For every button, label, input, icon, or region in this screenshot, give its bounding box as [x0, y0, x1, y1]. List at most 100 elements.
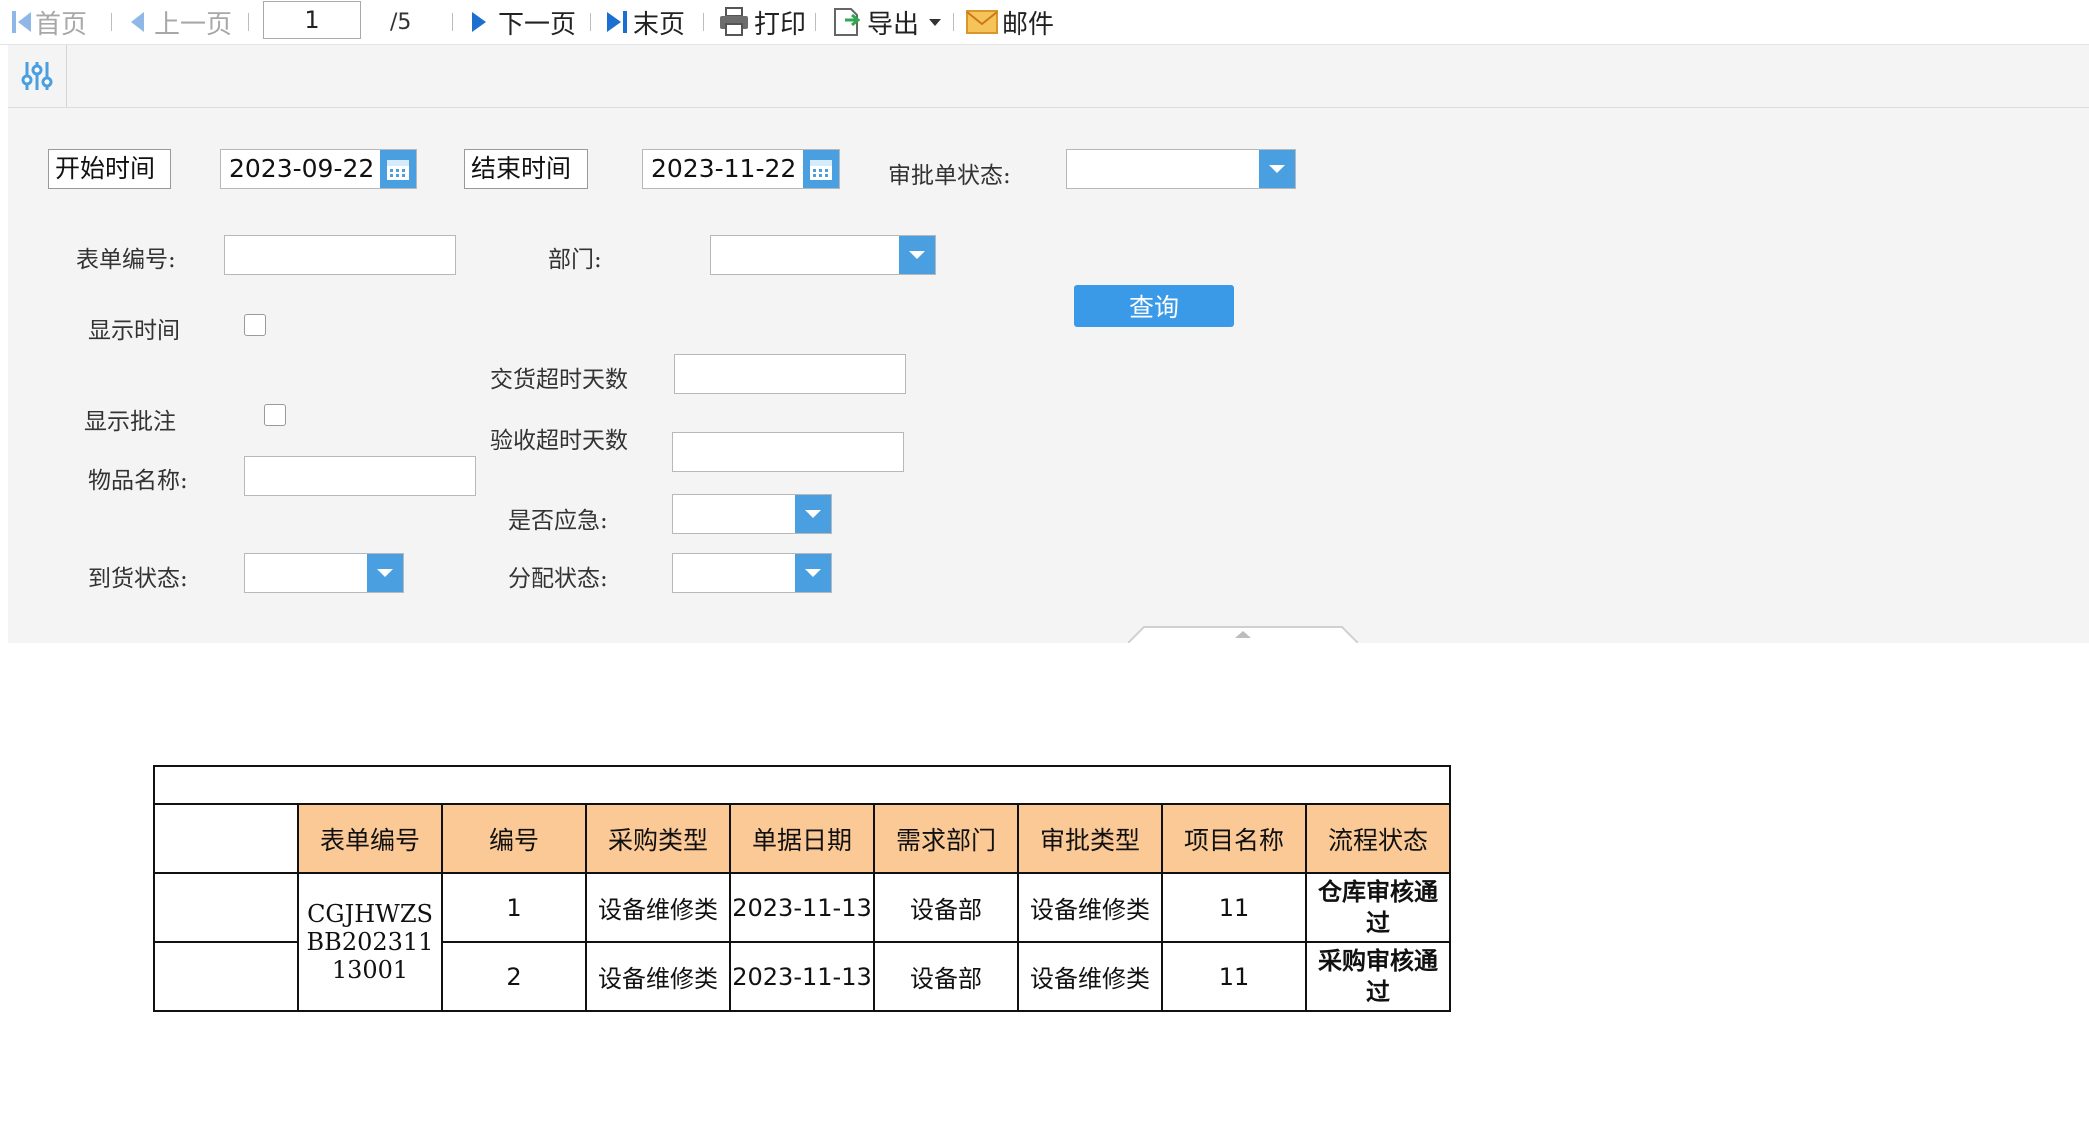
next-page-button[interactable]: 下一页 — [472, 0, 576, 44]
start-date-value: 2023-09-22 — [229, 154, 375, 183]
first-page-arrow-icon — [18, 12, 31, 32]
table-title-row — [152, 765, 1452, 805]
toolbar-divider — [703, 13, 704, 31]
project-name-cell: 11 — [1161, 872, 1307, 943]
demand-dept-cell: 设备部 — [873, 941, 1019, 1012]
delivery-overdue-label: 交货超时天数 — [490, 367, 628, 393]
doc-date-cell: 2023-11-13 — [729, 941, 875, 1012]
end-time-label: 结束时间 — [464, 149, 588, 189]
form-no-input[interactable] — [224, 235, 456, 275]
department-label: 部门: — [548, 247, 602, 273]
chevron-down-icon[interactable] — [795, 554, 831, 592]
show-time-checkbox[interactable] — [244, 314, 266, 336]
start-time-label: 开始时间 — [48, 149, 171, 189]
header-no: 编号 — [441, 803, 587, 874]
toolbar-divider — [248, 13, 249, 31]
page-number-input[interactable] — [263, 1, 361, 39]
process-status-cell: 仓库审核通过 — [1304, 872, 1452, 943]
export-icon — [834, 8, 861, 36]
mail-button[interactable]: 邮件 — [966, 0, 1054, 44]
urgent-select[interactable] — [672, 494, 832, 534]
first-page-button[interactable]: 首页 — [12, 0, 87, 44]
approval-status-select[interactable] — [1066, 149, 1296, 189]
allocation-status-label: 分配状态: — [508, 566, 608, 592]
form-no-label: 表单编号: — [76, 247, 176, 273]
last-page-icon — [607, 12, 621, 32]
approval-status-label: 审批单状态: — [888, 163, 1011, 189]
first-page-icon — [12, 11, 16, 33]
header-purchase-type: 采购类型 — [585, 803, 731, 874]
export-button[interactable]: 导出 — [831, 0, 942, 44]
last-page-label: 末页 — [633, 9, 686, 40]
parameter-settings-tab[interactable] — [8, 45, 67, 107]
report-toolbar: 首页 上一页 /5 下一页 末页 打印 导出 — [0, 0, 2089, 45]
page-total: /5 — [390, 9, 412, 35]
chevron-down-icon[interactable] — [899, 236, 935, 274]
item-name-label: 物品名称: — [88, 468, 188, 494]
arrival-status-label: 到货状态: — [88, 566, 188, 592]
process-status-cell: 采购审核通过 — [1304, 941, 1452, 1012]
doc-date-cell: 2023-11-13 — [729, 872, 875, 943]
calendar-icon[interactable] — [380, 150, 416, 188]
show-notes-checkbox[interactable] — [264, 404, 286, 426]
show-notes-label: 显示批注 — [84, 409, 176, 435]
collapse-panel-handle[interactable] — [1128, 625, 1358, 643]
show-time-label: 显示时间 — [88, 318, 180, 344]
arrival-status-select[interactable] — [244, 553, 404, 593]
calendar-icon[interactable] — [803, 150, 839, 188]
table-row: CGJHWZSBB20231113001 1 设备维修类 2023-11-13 … — [153, 872, 1452, 1012]
process-status-text: 采购审核通过 — [1318, 946, 1439, 1006]
chevron-down-icon[interactable] — [1259, 150, 1295, 188]
approval-type-cell: 设备维修类 — [1017, 872, 1163, 943]
no-cell: 2 — [441, 941, 587, 1012]
end-date-field[interactable]: 2023-11-22 — [642, 149, 840, 189]
toolbar-divider — [452, 13, 453, 31]
prev-page-icon — [131, 12, 144, 32]
chevron-down-icon[interactable] — [367, 554, 403, 592]
header-form-no: 表单编号 — [297, 803, 443, 874]
report-table: 表单编号 编号 采购类型 单据日期 需求部门 审批类型 项目名称 流程状态 CG… — [152, 765, 1452, 1012]
sliders-icon — [21, 62, 53, 90]
row-label-cell — [153, 872, 299, 943]
acceptance-overdue-input[interactable] — [672, 432, 904, 472]
next-page-label: 下一页 — [498, 9, 577, 40]
first-page-label: 首页 — [35, 9, 88, 40]
item-name-input[interactable] — [244, 456, 476, 496]
header-project-name: 项目名称 — [1161, 803, 1307, 874]
chevron-down-icon[interactable] — [795, 495, 831, 533]
process-status-text: 仓库审核通过 — [1318, 877, 1439, 937]
start-date-field[interactable]: 2023-09-22 — [220, 149, 417, 189]
form-no-cell: CGJHWZSBB20231113001 — [297, 872, 443, 1012]
header-process-status: 流程状态 — [1304, 803, 1452, 874]
project-name-cell: 11 — [1161, 941, 1307, 1012]
toolbar-divider — [590, 13, 591, 31]
purchase-type-cell: 设备维修类 — [585, 941, 731, 1012]
next-page-icon — [472, 12, 486, 32]
header-demand-dept: 需求部门 — [873, 803, 1019, 874]
panel-tab-bar — [8, 45, 2089, 108]
department-select[interactable] — [710, 235, 936, 275]
mail-icon — [966, 10, 998, 34]
last-page-button[interactable]: 末页 — [607, 0, 685, 44]
toolbar-divider — [111, 13, 112, 31]
urgent-label: 是否应急: — [508, 508, 608, 534]
export-label: 导出 — [867, 9, 920, 40]
allocation-status-select[interactable] — [672, 553, 832, 593]
print-label: 打印 — [754, 9, 807, 40]
toolbar-divider — [953, 13, 954, 31]
printer-icon — [720, 7, 748, 36]
print-button[interactable]: 打印 — [718, 0, 806, 44]
mail-label: 邮件 — [1002, 9, 1055, 40]
header-approval-type: 审批类型 — [1017, 803, 1163, 874]
end-date-value: 2023-11-22 — [651, 154, 797, 183]
query-button[interactable]: 查询 — [1074, 285, 1234, 327]
row-label-header — [153, 803, 299, 874]
export-dropdown-icon — [929, 18, 942, 26]
toolbar-divider — [815, 13, 816, 31]
approval-type-cell: 设备维修类 — [1017, 941, 1163, 1012]
delivery-overdue-input[interactable] — [674, 354, 906, 394]
purchase-type-cell: 设备维修类 — [585, 872, 731, 943]
prev-page-button[interactable]: 上一页 — [131, 0, 232, 44]
filter-panel: 开始时间 2023-09-22 结束时间 2023-11-22 审批单状态: 表… — [8, 45, 2089, 643]
last-page-bar-icon — [623, 11, 627, 33]
